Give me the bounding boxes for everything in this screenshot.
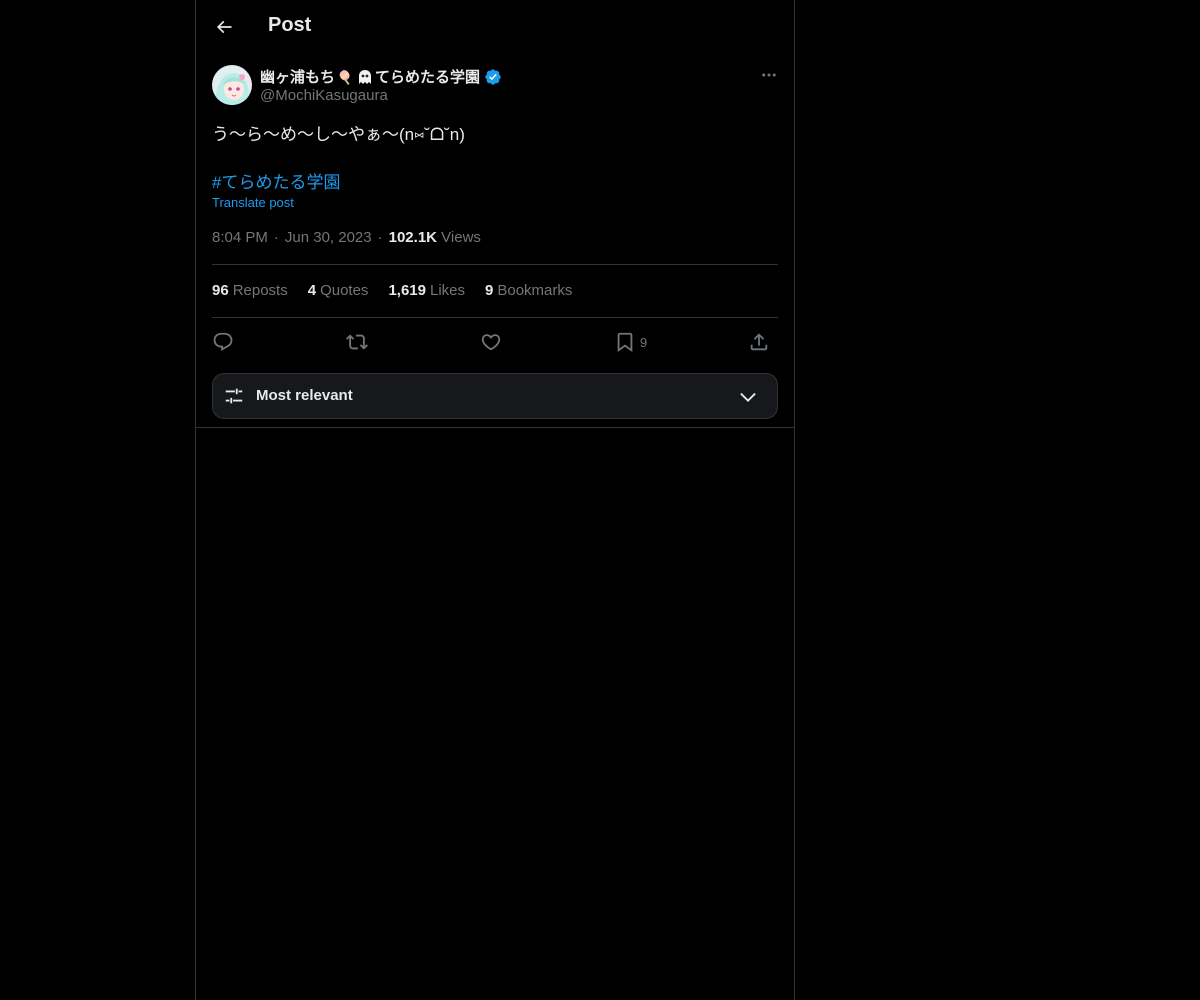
author-name[interactable]: 幽ヶ浦もち てらめたる学園 <box>260 66 502 87</box>
meta-separator: · <box>377 229 383 246</box>
bookmark-button[interactable]: 9 <box>614 328 647 356</box>
sliders-icon <box>225 388 243 404</box>
divider <box>212 317 778 318</box>
verified-badge-icon <box>485 68 501 85</box>
quotes-stat[interactable]: 4 Quotes <box>308 282 369 299</box>
post-actions: 9 <box>212 328 778 356</box>
post-header: Post <box>196 0 794 54</box>
page-title: Post <box>268 14 312 36</box>
post-meta: 8:04 PM · Jun 30, 2023 · 102.1K Views <box>212 229 481 246</box>
like-button[interactable] <box>480 328 502 356</box>
bookmark-icon <box>617 332 633 353</box>
more-dots-icon <box>762 73 776 77</box>
avatar[interactable] <box>212 65 252 105</box>
share-button[interactable] <box>748 328 770 356</box>
reposts-count: 96 <box>212 282 229 299</box>
post-column: Post 幽ヶ浦もち てらめたる学園 @MochiKasugaura う〜ら〜め… <box>195 0 795 1000</box>
sort-label: Most relevant <box>256 387 353 404</box>
bookmark-count: 9 <box>640 334 648 350</box>
bookmarks-stat[interactable]: 9 Bookmarks <box>485 282 572 299</box>
likes-count: 1,619 <box>388 282 426 299</box>
divider <box>212 264 778 265</box>
popsicle-emoji-icon <box>339 69 350 85</box>
hashtag-link[interactable]: #てらめたる学園 <box>212 168 340 193</box>
heart-icon <box>481 334 501 351</box>
reply-icon <box>213 332 233 351</box>
sort-replies-dropdown[interactable]: Most relevant <box>212 373 778 419</box>
likes-stat[interactable]: 1,619 Likes <box>388 282 465 299</box>
quotes-label: Quotes <box>320 282 369 299</box>
back-button[interactable] <box>208 10 240 44</box>
author-name-part2: てらめたる学園 <box>375 69 481 86</box>
author-name-part1: 幽ヶ浦もち <box>260 69 336 86</box>
likes-label: Likes <box>429 282 466 299</box>
translate-post-link[interactable]: Translate post <box>212 195 294 210</box>
post-date[interactable]: Jun 30, 2023 <box>285 229 372 246</box>
divider <box>196 427 794 428</box>
post-time[interactable]: 8:04 PM <box>212 229 268 246</box>
views-label: Views <box>441 229 481 246</box>
post-text: う〜ら〜め〜し〜やぁ〜(n⑅˘ᗝ˘n) <box>212 125 465 144</box>
reposts-label: Reposts <box>232 282 288 299</box>
meta-separator: · <box>273 229 279 246</box>
reposts-stat[interactable]: 96 Reposts <box>212 282 288 299</box>
bookmarks-count: 9 <box>485 282 494 299</box>
repost-button[interactable] <box>346 328 368 356</box>
chevron-down-icon <box>740 392 756 402</box>
arrow-left-icon <box>216 20 232 34</box>
bookmarks-label: Bookmarks <box>497 282 573 299</box>
ghost-emoji-icon <box>359 69 372 84</box>
reply-button[interactable] <box>212 328 234 356</box>
views-count: 102.1K <box>388 229 437 246</box>
post-stats: 96 Reposts 4 Quotes 1,619 Likes 9 Bookmarks <box>212 282 592 299</box>
author-handle[interactable]: @MochiKasugaura <box>260 87 388 104</box>
more-options-button[interactable] <box>756 64 782 86</box>
share-icon <box>750 333 768 351</box>
repost-icon <box>346 334 368 350</box>
quotes-count: 4 <box>307 282 317 299</box>
